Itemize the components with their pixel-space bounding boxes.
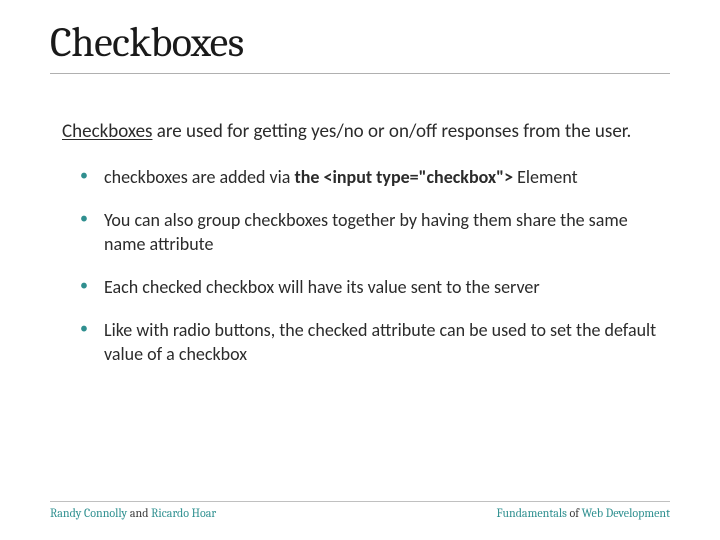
- footer-book-a: Fundamentals: [497, 506, 567, 520]
- bullet-bold: the <input type="checkbox">: [294, 166, 513, 188]
- subtitle-lead: Checkboxes: [62, 120, 152, 143]
- list-item: Each checked checkbox will have its valu…: [80, 276, 658, 299]
- bullet-post: Element: [513, 166, 578, 188]
- slide: Checkboxes Checkboxes are used for getti…: [0, 0, 720, 540]
- footer-left-mid: and: [127, 506, 151, 520]
- slide-footer: Randy Connolly and Ricardo Hoar Fundamen…: [50, 501, 670, 520]
- footer-author-a: Randy Connolly: [50, 506, 127, 520]
- bullet-pre: You can also group checkboxes together b…: [104, 209, 628, 254]
- footer-author-b: Ricardo Hoar: [151, 506, 216, 520]
- list-item: You can also group checkboxes together b…: [80, 209, 658, 256]
- slide-subtitle: Checkboxes are used for getting yes/no o…: [50, 120, 670, 144]
- slide-title: Checkboxes: [50, 18, 670, 74]
- footer-right: Fundamentals of Web Development: [497, 506, 670, 520]
- bullet-pre: Like with radio buttons, the checked att…: [104, 319, 656, 364]
- footer-right-mid: of: [567, 506, 582, 520]
- bullet-pre: checkboxes are added via: [104, 166, 294, 188]
- footer-book-b: Web Development: [582, 506, 670, 520]
- bullet-pre: Each checked checkbox will have its valu…: [104, 276, 540, 298]
- bullet-list: checkboxes are added via the <input type…: [50, 166, 670, 366]
- footer-left: Randy Connolly and Ricardo Hoar: [50, 506, 216, 520]
- subtitle-rest: are used for getting yes/no or on/off re…: [152, 120, 631, 143]
- list-item: Like with radio buttons, the checked att…: [80, 319, 658, 366]
- list-item: checkboxes are added via the <input type…: [80, 166, 658, 189]
